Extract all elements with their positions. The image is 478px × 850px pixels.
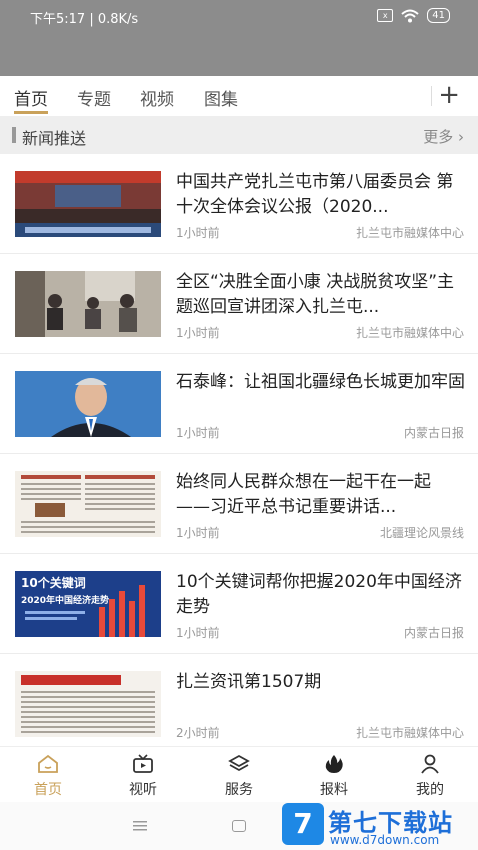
news-source: 内蒙古日报	[403, 426, 464, 440]
news-title: 石泰峰：让祖国北疆绿色长城更加牢固	[176, 372, 465, 392]
news-thumbnail: 10个关键词 2020年中国经济走势	[15, 571, 161, 637]
bottom-nav: 首页 视听 服务 报料 我的	[0, 746, 478, 803]
wifi-icon	[401, 9, 419, 22]
add-channel-button[interactable]: +	[438, 80, 460, 110]
nav-media[interactable]: 视听	[108, 753, 178, 799]
section-marker	[12, 127, 16, 143]
news-time: 1小时前	[176, 626, 220, 640]
nav-media-label: 视听	[129, 782, 157, 798]
nav-profile-label: 我的	[416, 782, 444, 798]
active-tab-indicator	[14, 111, 48, 114]
newsletter-photo	[15, 671, 161, 737]
tv-icon	[108, 753, 178, 775]
flame-icon	[299, 753, 369, 775]
portrait-photo	[15, 371, 161, 437]
news-title: 中国共产党扎兰屯市第八届委员会 第十次全体会议公报（2020...	[176, 172, 454, 217]
more-label: 更多	[423, 128, 454, 146]
status-time: 下午5:17 | 0.8K/s	[30, 12, 139, 27]
user-icon	[395, 753, 465, 775]
news-item[interactable]: 全区“决胜全面小康 决战脱贫攻坚”主题巡回宣讲团深入扎兰屯... 1小时前 扎兰…	[0, 254, 478, 354]
watermark-logo: 7	[282, 803, 324, 845]
nav-service[interactable]: 服务	[204, 753, 274, 799]
news-source: 扎兰屯市融媒体中心	[355, 226, 464, 240]
nav-report-label: 报料	[320, 782, 348, 798]
divider	[431, 86, 432, 106]
battery-icon: 41	[427, 8, 450, 23]
sim-icon: x	[377, 9, 394, 22]
news-item[interactable]: 10个关键词 2020年中国经济走势 10个关键词帮你把握2020年中国经济走势…	[0, 554, 478, 654]
news-source: 扎兰屯市融媒体中心	[355, 726, 464, 740]
news-time: 1小时前	[176, 226, 220, 240]
chevron-right-icon: ›	[458, 128, 464, 146]
tab-topics[interactable]: 专题	[77, 85, 111, 110]
section-title: 新闻推送	[22, 129, 87, 148]
layers-icon	[204, 753, 274, 775]
tab-video[interactable]: 视频	[140, 85, 174, 110]
section-header: 新闻推送 更多 ›	[0, 116, 478, 154]
nav-home[interactable]: 首页	[13, 753, 83, 799]
nav-home-label: 首页	[34, 782, 62, 798]
category-tabs: 首页 专题 视频 图集 +	[0, 76, 478, 116]
news-item[interactable]: 扎兰资讯第1507期 2小时前 扎兰屯市融媒体中心	[0, 654, 478, 754]
news-list: 中国共产党扎兰屯市第八届委员会 第十次全体会议公报（2020... 1小时前 扎…	[0, 154, 478, 754]
news-item[interactable]: 石泰峰：让祖国北疆绿色长城更加牢固 1小时前 内蒙古日报	[0, 354, 478, 454]
room-meeting-photo	[15, 271, 161, 337]
infographic-subtitle: 2020年中国经济走势	[21, 594, 109, 606]
infographic-title: 10个关键词	[21, 575, 86, 590]
news-thumbnail	[15, 371, 161, 437]
home-icon	[13, 753, 83, 775]
status-icons: x 41	[377, 8, 450, 23]
news-time: 1小时前	[176, 326, 220, 340]
watermark-url: www.d7down.com	[330, 833, 440, 847]
infographic-photo: 10个关键词 2020年中国经济走势	[15, 571, 161, 637]
news-thumbnail	[15, 171, 161, 237]
news-time: 2小时前	[176, 726, 220, 740]
tab-home[interactable]: 首页	[14, 85, 48, 110]
status-bar: 下午5:17 | 0.8K/s x 41	[0, 0, 478, 76]
more-link[interactable]: 更多 ›	[423, 126, 464, 147]
meeting-photo	[15, 171, 161, 237]
menu-icon[interactable]	[132, 820, 148, 832]
news-item[interactable]: 中国共产党扎兰屯市第八届委员会 第十次全体会议公报（2020... 1小时前 扎…	[0, 154, 478, 254]
nav-profile[interactable]: 我的	[395, 753, 465, 799]
nav-report[interactable]: 报料	[299, 753, 369, 799]
tab-gallery[interactable]: 图集	[204, 85, 238, 110]
newspaper-photo	[15, 471, 161, 537]
news-thumbnail	[15, 271, 161, 337]
home-button[interactable]	[232, 820, 246, 832]
news-title: 全区“决胜全面小康 决战脱贫攻坚”主题巡回宣讲团深入扎兰屯...	[176, 272, 455, 317]
news-title: 扎兰资讯第1507期	[176, 672, 322, 692]
news-source: 北疆理论风景线	[379, 526, 464, 540]
news-thumbnail	[15, 671, 161, 737]
news-title: 10个关键词帮你把握2020年中国经济走势	[176, 572, 462, 617]
watermark: 7 第七下载站 www.d7down.com	[282, 803, 478, 850]
nav-service-label: 服务	[225, 782, 253, 798]
news-time: 1小时前	[176, 526, 220, 540]
news-title: 始终同人民群众想在一起干在一起 ——习近平总书记重要讲话...	[176, 472, 431, 517]
news-thumbnail	[15, 471, 161, 537]
news-time: 1小时前	[176, 426, 220, 440]
news-source: 内蒙古日报	[403, 626, 464, 640]
news-item[interactable]: 始终同人民群众想在一起干在一起 ——习近平总书记重要讲话... 1小时前 北疆理…	[0, 454, 478, 554]
news-source: 扎兰屯市融媒体中心	[355, 326, 464, 340]
